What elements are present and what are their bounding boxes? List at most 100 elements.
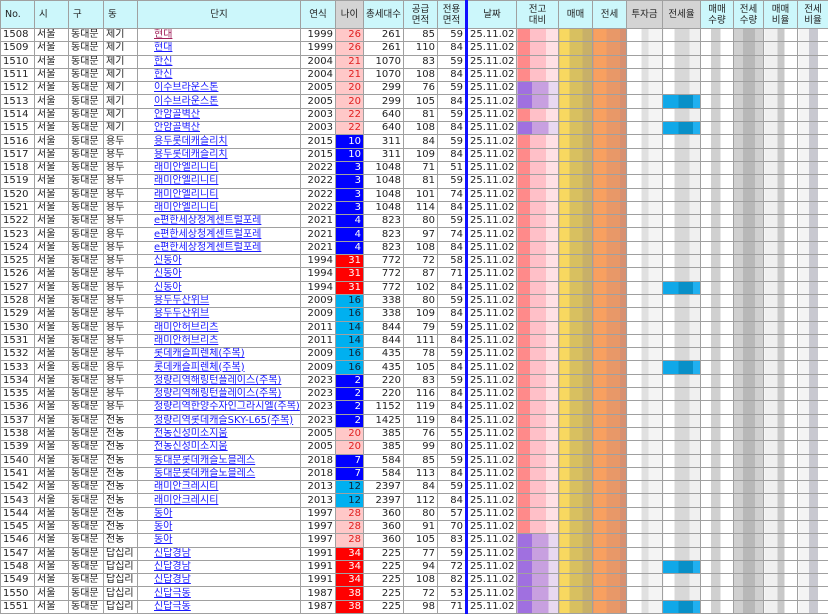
- redacted-cell-vs-prev-high[interactable]: [517, 228, 559, 241]
- cell-supply-area[interactable]: 105: [404, 95, 438, 108]
- redacted-cell-jeonse[interactable]: [593, 334, 627, 347]
- cell-supply-area[interactable]: 84: [404, 481, 438, 494]
- redacted-cell-sale[interactable]: [559, 175, 593, 188]
- cell-date[interactable]: 25.11.02: [467, 481, 517, 494]
- cell-date[interactable]: 25.11.02: [467, 55, 517, 68]
- redacted-cell-jeonse[interactable]: [593, 481, 627, 494]
- cell-year[interactable]: 1999: [301, 42, 336, 55]
- redacted-cell-vs-prev-high[interactable]: [517, 401, 559, 414]
- redacted-cell-jeonse[interactable]: [593, 228, 627, 241]
- cell-date[interactable]: 25.11.02: [467, 175, 517, 188]
- redacted-cell-jeonse-ratio[interactable]: [663, 361, 701, 374]
- cell-exclusive-area[interactable]: 59: [438, 374, 467, 387]
- redacted-cell-sale[interactable]: [559, 401, 593, 414]
- cell-supply-area[interactable]: 81: [404, 175, 438, 188]
- cell-no[interactable]: 1543: [1, 494, 35, 507]
- redacted-cell-sale[interactable]: [559, 161, 593, 174]
- redacted-cell-investment[interactable]: [627, 534, 663, 547]
- redacted-cell-investment[interactable]: [627, 175, 663, 188]
- redacted-cell-jeonse[interactable]: [593, 175, 627, 188]
- redacted-cell-jeonse[interactable]: [593, 467, 627, 480]
- redacted-cell-jeonse[interactable]: [593, 188, 627, 201]
- redacted-cell-sale-count[interactable]: [701, 29, 734, 42]
- cell-danji[interactable]: 안암골벽산: [138, 108, 301, 121]
- redacted-cell-sale-count[interactable]: [701, 188, 734, 201]
- danji-link[interactable]: 현대: [154, 29, 172, 40]
- cell-no[interactable]: 1528: [1, 294, 35, 307]
- redacted-cell-sale[interactable]: [559, 82, 593, 95]
- cell-supply-area[interactable]: 83: [404, 374, 438, 387]
- redacted-cell-investment[interactable]: [627, 122, 663, 135]
- cell-households[interactable]: 360: [364, 507, 404, 520]
- cell-age[interactable]: 2: [336, 414, 364, 427]
- redacted-cell-jeonse-count[interactable]: [734, 374, 764, 387]
- cell-date[interactable]: 25.11.02: [467, 201, 517, 214]
- cell-households[interactable]: 1048: [364, 175, 404, 188]
- cell-gu[interactable]: 동대문: [69, 401, 104, 414]
- cell-year[interactable]: 1997: [301, 507, 336, 520]
- cell-dong[interactable]: 용두: [104, 374, 138, 387]
- cell-year[interactable]: 1991: [301, 574, 336, 587]
- redacted-cell-jeonse-count[interactable]: [734, 135, 764, 148]
- cell-age[interactable]: 16: [336, 294, 364, 307]
- cell-dong[interactable]: 용두: [104, 255, 138, 268]
- redacted-cell-sale-rate[interactable]: [764, 401, 798, 414]
- redacted-cell-sale-count[interactable]: [701, 481, 734, 494]
- cell-gu[interactable]: 동대문: [69, 148, 104, 161]
- redacted-cell-jeonse-count[interactable]: [734, 334, 764, 347]
- cell-households[interactable]: 220: [364, 388, 404, 401]
- cell-danji[interactable]: 이수브라운스톤: [138, 82, 301, 95]
- cell-year[interactable]: 2005: [301, 441, 336, 454]
- cell-year[interactable]: 2003: [301, 122, 336, 135]
- redacted-cell-jeonse-count[interactable]: [734, 42, 764, 55]
- redacted-cell-sale-count[interactable]: [701, 42, 734, 55]
- redacted-cell-sale-count[interactable]: [701, 148, 734, 161]
- danji-link[interactable]: 래미안허브리츠: [154, 335, 218, 346]
- cell-year[interactable]: 2015: [301, 148, 336, 161]
- cell-gu[interactable]: 동대문: [69, 574, 104, 587]
- cell-year[interactable]: 2023: [301, 388, 336, 401]
- redacted-cell-sale-rate[interactable]: [764, 427, 798, 440]
- cell-si[interactable]: 서울: [35, 560, 69, 573]
- redacted-cell-jeonse-rate[interactable]: [798, 441, 828, 454]
- cell-age[interactable]: 7: [336, 454, 364, 467]
- redacted-cell-jeonse[interactable]: [593, 507, 627, 520]
- cell-date[interactable]: 25.11.02: [467, 42, 517, 55]
- redacted-cell-jeonse-rate[interactable]: [798, 494, 828, 507]
- redacted-cell-jeonse[interactable]: [593, 201, 627, 214]
- redacted-cell-sale-rate[interactable]: [764, 494, 798, 507]
- cell-supply-area[interactable]: 108: [404, 574, 438, 587]
- cell-supply-area[interactable]: 80: [404, 507, 438, 520]
- redacted-cell-jeonse-count[interactable]: [734, 361, 764, 374]
- redacted-cell-jeonse-rate[interactable]: [798, 454, 828, 467]
- cell-year[interactable]: 1987: [301, 587, 336, 600]
- redacted-cell-jeonse-rate[interactable]: [798, 241, 828, 254]
- redacted-cell-jeonse[interactable]: [593, 494, 627, 507]
- cell-gu[interactable]: 동대문: [69, 441, 104, 454]
- redacted-cell-investment[interactable]: [627, 374, 663, 387]
- redacted-cell-sale-rate[interactable]: [764, 29, 798, 42]
- cell-households[interactable]: 360: [364, 520, 404, 533]
- danji-link[interactable]: 청량리역롯데캐슬SKY-L65(주복): [154, 415, 293, 426]
- redacted-cell-sale-rate[interactable]: [764, 560, 798, 573]
- redacted-cell-sale-count[interactable]: [701, 348, 734, 361]
- cell-no[interactable]: 1544: [1, 507, 35, 520]
- cell-year[interactable]: 2009: [301, 348, 336, 361]
- redacted-cell-jeonse-rate[interactable]: [798, 122, 828, 135]
- redacted-cell-sale[interactable]: [559, 454, 593, 467]
- cell-si[interactable]: 서울: [35, 401, 69, 414]
- cell-gu[interactable]: 동대문: [69, 55, 104, 68]
- redacted-cell-investment[interactable]: [627, 255, 663, 268]
- danji-link[interactable]: 동대문롯데캐슬노블레스: [154, 468, 255, 479]
- cell-si[interactable]: 서울: [35, 321, 69, 334]
- cell-year[interactable]: 2009: [301, 294, 336, 307]
- redacted-cell-jeonse-count[interactable]: [734, 520, 764, 533]
- cell-no[interactable]: 1534: [1, 374, 35, 387]
- danji-link[interactable]: 롯데캐슬피렌체(주복): [154, 348, 245, 359]
- redacted-cell-investment[interactable]: [627, 108, 663, 121]
- redacted-cell-sale-rate[interactable]: [764, 281, 798, 294]
- redacted-cell-jeonse-ratio[interactable]: [663, 228, 701, 241]
- redacted-cell-jeonse[interactable]: [593, 255, 627, 268]
- cell-age[interactable]: 28: [336, 507, 364, 520]
- redacted-cell-vs-prev-high[interactable]: [517, 388, 559, 401]
